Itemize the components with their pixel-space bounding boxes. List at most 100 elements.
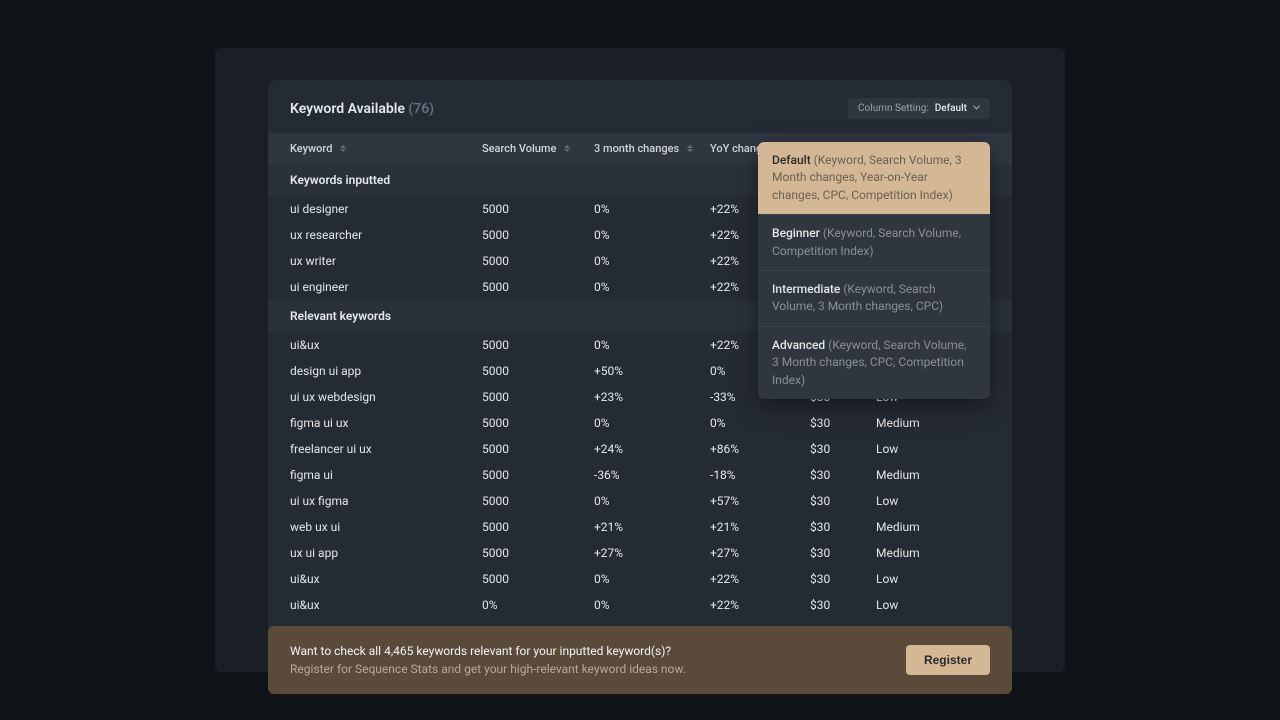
keyword-cell: design ui app <box>290 364 482 378</box>
dropdown-item-name: Default <box>772 153 811 167</box>
banner-text: Want to check all 4,465 keywords relevan… <box>290 642 686 678</box>
volume-cell: 5000 <box>482 494 594 508</box>
volume-cell: 5000 <box>482 520 594 534</box>
yoy-cell: +22% <box>710 598 810 612</box>
column-header-volume[interactable]: Search Volume <box>482 142 594 155</box>
mo3-cell: 0% <box>594 338 710 352</box>
table-row[interactable]: freelancer ui ux5000+24%+86%$30Low <box>268 436 1012 462</box>
keyword-cell: ui&ux <box>290 572 482 586</box>
mo3-cell: 0% <box>594 228 710 242</box>
cpc-cell: $30 <box>810 442 876 456</box>
dropdown-item[interactable]: Advanced (Keyword, Search Volume, 3 Mont… <box>758 327 990 399</box>
column-setting-label: Column Setting: <box>858 103 929 114</box>
keyword-cell: ui ux webdesign <box>290 390 482 404</box>
mo3-cell: +27% <box>594 546 710 560</box>
keyword-cell: ui ux figma <box>290 494 482 508</box>
volume-cell: 5000 <box>482 228 594 242</box>
column-volume-label: Search Volume <box>482 142 556 155</box>
table-row[interactable]: ui&ux50000%+22%$30Low <box>268 566 1012 592</box>
column-3mo-label: 3 month changes <box>594 142 679 155</box>
cpc-cell: $30 <box>810 598 876 612</box>
keyword-cell: ux researcher <box>290 228 482 242</box>
volume-cell: 5000 <box>482 546 594 560</box>
volume-cell: 5000 <box>482 364 594 378</box>
keyword-cell: figma ui ux <box>290 416 482 430</box>
volume-cell: 0% <box>482 598 594 612</box>
yoy-cell: +86% <box>710 442 810 456</box>
keyword-card: Keyword Available (76) Column Setting: D… <box>268 80 1012 694</box>
volume-cell: 5000 <box>482 416 594 430</box>
card-header: Keyword Available (76) Column Setting: D… <box>268 80 1012 133</box>
mo3-cell: +23% <box>594 390 710 404</box>
mo3-cell: +24% <box>594 442 710 456</box>
mo3-cell: 0% <box>594 202 710 216</box>
comp-cell: Medium <box>876 416 990 430</box>
cpc-cell: $30 <box>810 520 876 534</box>
keyword-cell: ui designer <box>290 202 482 216</box>
dropdown-item[interactable]: Beginner (Keyword, Search Volume, Compet… <box>758 215 990 271</box>
table-row[interactable]: figma ui ux50000%0%$30Medium <box>268 410 1012 436</box>
column-header-keyword[interactable]: Keyword <box>290 142 482 155</box>
title-count: (76) <box>408 101 434 117</box>
mo3-cell: 0% <box>594 280 710 294</box>
column-setting-button[interactable]: Column Setting: Default <box>848 98 990 119</box>
register-button[interactable]: Register <box>906 645 990 675</box>
mo3-cell: +50% <box>594 364 710 378</box>
comp-cell: Medium <box>876 520 990 534</box>
column-keyword-label: Keyword <box>290 142 332 155</box>
dropdown-item[interactable]: Default (Keyword, Search Volume, 3 Month… <box>758 142 990 215</box>
keyword-cell: ux ui app <box>290 546 482 560</box>
cpc-cell: $30 <box>810 546 876 560</box>
keyword-cell: freelancer ui ux <box>290 442 482 456</box>
card-title: Keyword Available (76) <box>290 101 434 117</box>
banner-line2: Register for Sequence Stats and get your… <box>290 660 686 678</box>
comp-cell: Low <box>876 494 990 508</box>
comp-cell: Low <box>876 598 990 612</box>
volume-cell: 5000 <box>482 572 594 586</box>
header-right: Column Setting: Default Default (Keyword… <box>848 98 990 119</box>
keyword-cell: ux writer <box>290 254 482 268</box>
yoy-cell: +22% <box>710 572 810 586</box>
mo3-cell: 0% <box>594 572 710 586</box>
yoy-cell: 0% <box>710 416 810 430</box>
yoy-cell: +57% <box>710 494 810 508</box>
table-row[interactable]: ux ui app5000+27%+27%$30Medium <box>268 540 1012 566</box>
column-setting-value: Default <box>935 103 967 114</box>
title-text: Keyword Available <box>290 101 405 117</box>
comp-cell: Low <box>876 572 990 586</box>
volume-cell: 5000 <box>482 280 594 294</box>
volume-cell: 5000 <box>482 390 594 404</box>
yoy-cell: +21% <box>710 520 810 534</box>
yoy-cell: +27% <box>710 546 810 560</box>
keyword-cell: ui&ux <box>290 598 482 612</box>
dropdown-item-name: Beginner <box>772 226 820 240</box>
cpc-cell: $30 <box>810 572 876 586</box>
comp-cell: Medium <box>876 546 990 560</box>
cpc-cell: $30 <box>810 494 876 508</box>
volume-cell: 5000 <box>482 254 594 268</box>
column-header-3month[interactable]: 3 month changes <box>594 142 710 155</box>
mo3-cell: 0% <box>594 254 710 268</box>
table-row[interactable]: figma ui5000-36%-18%$30Medium <box>268 462 1012 488</box>
sort-icon <box>687 145 693 152</box>
table-row[interactable]: ui ux figma50000%+57%$30Low <box>268 488 1012 514</box>
outer-panel: Keyword Available (76) Column Setting: D… <box>215 48 1065 672</box>
mo3-cell: +21% <box>594 520 710 534</box>
footer-banner: Want to check all 4,465 keywords relevan… <box>268 626 1012 694</box>
chevron-down-icon <box>973 105 980 112</box>
mo3-cell: 0% <box>594 598 710 612</box>
table-row[interactable]: web ux ui5000+21%+21%$30Medium <box>268 514 1012 540</box>
cpc-cell: $30 <box>810 468 876 482</box>
keyword-cell: web ux ui <box>290 520 482 534</box>
dropdown-item[interactable]: Intermediate (Keyword, Search Volume, 3 … <box>758 271 990 327</box>
keyword-cell: ui&ux <box>290 338 482 352</box>
dropdown-item-name: Advanced <box>772 338 825 352</box>
volume-cell: 5000 <box>482 468 594 482</box>
sort-icon <box>340 145 346 152</box>
volume-cell: 5000 <box>482 338 594 352</box>
mo3-cell: 0% <box>594 416 710 430</box>
mo3-cell: -36% <box>594 468 710 482</box>
keyword-cell: figma ui <box>290 468 482 482</box>
table-row[interactable]: ui&ux0%0%+22%$30Low <box>268 592 1012 618</box>
volume-cell: 5000 <box>482 202 594 216</box>
